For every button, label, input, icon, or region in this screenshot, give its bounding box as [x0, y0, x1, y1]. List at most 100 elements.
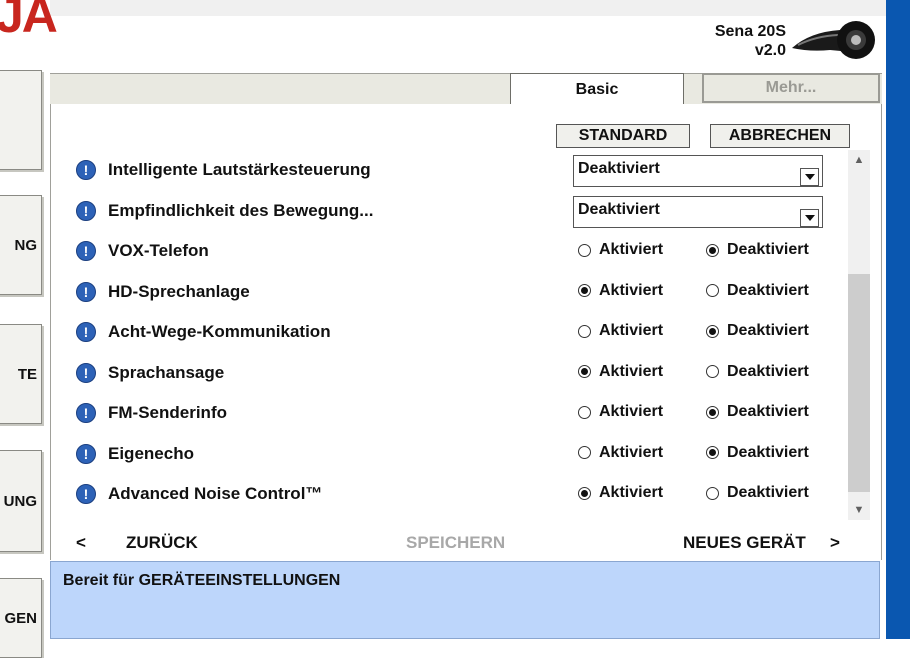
setting-row: ! Empfindlichkeit des Bewegung... Deaktivi… [76, 191, 846, 231]
radio-circle-icon[interactable] [706, 243, 719, 257]
radio-label: Deaktiviert [727, 403, 809, 420]
status-bar: Bereit für GERÄTEEINSTELLUNGEN [50, 561, 880, 639]
radio-deactivated[interactable]: Deaktiviert [706, 484, 809, 502]
sidebar-item-4[interactable]: UNG [0, 450, 42, 552]
save-button[interactable]: SPEICHERN [406, 533, 505, 553]
info-icon[interactable]: ! [76, 281, 96, 302]
radio-label: Deaktiviert [727, 362, 809, 380]
setting-label: Advanced Noise Control™ [108, 484, 323, 503]
radio-circle-icon[interactable] [578, 243, 591, 257]
device-version: v2.0 [754, 42, 786, 59]
sidebar-item-1[interactable] [0, 70, 42, 170]
radio-circle-icon[interactable] [578, 446, 591, 459]
radio-deactivated[interactable]: Deaktiviert [706, 282, 809, 300]
radio-circle-icon[interactable] [706, 446, 719, 459]
status-text: Bereit für GERÄTEEINSTELLUNGEN [63, 572, 341, 589]
radio-label: Aktiviert [599, 322, 664, 339]
radio-circle-icon[interactable] [578, 486, 591, 500]
radio-activated[interactable]: Aktiviert [578, 484, 663, 502]
chevron-down-icon[interactable] [800, 168, 819, 186]
radio-circle-icon[interactable] [706, 365, 719, 378]
info-icon[interactable]: ! [76, 200, 96, 221]
headset-device-icon [792, 21, 875, 59]
radio-deactivated[interactable]: Deaktiviert [706, 241, 809, 259]
radio-circle-icon[interactable] [706, 486, 719, 500]
radio-label: Aktiviert [599, 484, 664, 501]
radio-activated[interactable]: Aktiviert [578, 444, 663, 462]
tab-more[interactable]: Mehr... [702, 73, 880, 103]
standard-button[interactable]: STANDARD [556, 124, 690, 148]
sidebar-item-3[interactable]: TE [0, 324, 42, 424]
radio-deactivated[interactable]: Deaktiviert [706, 363, 809, 381]
setting-dropdown[interactable]: Deaktiviert [573, 155, 823, 187]
radio-deactivated[interactable]: Deaktiviert [706, 322, 809, 340]
cancel-button[interactable]: ABBRECHEN [710, 124, 850, 148]
radio-circle-icon[interactable] [578, 324, 591, 338]
info-icon[interactable]: ! [76, 322, 96, 342]
sidebar-item-5[interactable]: GEN [0, 578, 42, 658]
radio-deactivated[interactable]: Deaktiviert [706, 444, 809, 462]
radio-label: Deaktiviert [727, 281, 809, 299]
setting-row: ! Sprachansage Aktiviert Deaktiviert [76, 353, 846, 393]
dropdown-value: Deaktiviert [578, 200, 660, 218]
app-logo: JA [0, 0, 58, 43]
setting-label: VOX-Telefon [108, 241, 209, 260]
sidebar-item-2[interactable]: NG [0, 195, 42, 295]
radio-circle-icon[interactable] [706, 284, 719, 297]
chevron-down-icon[interactable] [800, 208, 819, 227]
radio-label: Deaktiviert [727, 484, 809, 501]
window-accent-bar [886, 0, 910, 639]
back-button[interactable]: ZURÜCK [126, 533, 198, 553]
dropdown-value: Deaktiviert [578, 160, 660, 177]
radio-activated[interactable]: Aktiviert [578, 322, 663, 340]
radio-label: Aktiviert [599, 443, 664, 461]
header-strip [50, 0, 886, 16]
info-icon[interactable]: ! [76, 160, 96, 180]
info-icon[interactable]: ! [76, 443, 96, 464]
scroll-up-icon[interactable]: ▲ [848, 150, 870, 170]
radio-circle-icon[interactable] [706, 405, 719, 419]
setting-row: ! HD-Sprechanlage Aktiviert Deaktiviert [76, 272, 846, 312]
device-info: Sena 20S v2.0 [660, 22, 786, 60]
scroll-down-icon[interactable]: ▼ [848, 500, 870, 520]
scrollbar[interactable]: ▲ ▼ [848, 150, 870, 520]
radio-deactivated[interactable]: Deaktiviert [706, 403, 809, 421]
info-icon[interactable]: ! [76, 362, 96, 383]
setting-label: FM-Senderinfo [108, 403, 227, 422]
radio-activated[interactable]: Aktiviert [578, 282, 663, 300]
back-arrow-icon[interactable]: < [76, 533, 86, 553]
setting-row: ! Intelligente Lautstärkesteuerung Deaktiv… [76, 150, 846, 190]
setting-label: HD-Sprechanlage [108, 281, 250, 301]
radio-label: Deaktiviert [727, 241, 809, 258]
tab-bar: Basic Mehr... [50, 73, 882, 105]
radio-activated[interactable]: Aktiviert [578, 363, 663, 381]
info-icon[interactable]: ! [76, 484, 96, 504]
next-arrow-icon[interactable]: > [830, 533, 840, 553]
setting-row: ! Advanced Noise Control™ Aktiviert Deaktiv… [76, 474, 846, 514]
setting-row: ! Eigenecho Aktiviert Deaktiviert [76, 434, 846, 474]
device-name: Sena 20S [714, 23, 786, 40]
radio-label: Aktiviert [599, 241, 664, 258]
setting-row: ! VOX-Telefon Aktiviert Deaktiviert [76, 231, 846, 271]
tab-basic[interactable]: Basic [510, 73, 684, 105]
setting-row: ! FM-Senderinfo Aktiviert Deaktiviert [76, 393, 846, 433]
radio-circle-icon[interactable] [578, 284, 591, 297]
radio-circle-icon[interactable] [706, 324, 719, 338]
radio-label: Aktiviert [599, 281, 664, 299]
sidebar: NG TE UNG GEN [0, 70, 48, 658]
scroll-thumb[interactable] [848, 274, 870, 492]
radio-activated[interactable]: Aktiviert [578, 241, 663, 259]
radio-circle-icon[interactable] [578, 405, 591, 419]
new-device-button[interactable]: NEUES GERÄT [683, 533, 806, 553]
radio-label: Aktiviert [599, 362, 664, 380]
setting-label: Sprachansage [108, 362, 225, 382]
radio-circle-icon[interactable] [578, 365, 591, 378]
info-icon[interactable]: ! [76, 403, 96, 423]
radio-label: Aktiviert [599, 403, 664, 420]
setting-dropdown[interactable]: Deaktiviert [573, 195, 823, 228]
info-icon[interactable]: ! [76, 241, 96, 261]
setting-row: ! Acht-Wege-Kommunikation Aktiviert Deaktiv… [76, 312, 846, 352]
radio-label: Deaktiviert [727, 322, 809, 339]
setting-label: Intelligente Lautstärkesteuerung [108, 160, 371, 179]
radio-activated[interactable]: Aktiviert [578, 403, 663, 421]
